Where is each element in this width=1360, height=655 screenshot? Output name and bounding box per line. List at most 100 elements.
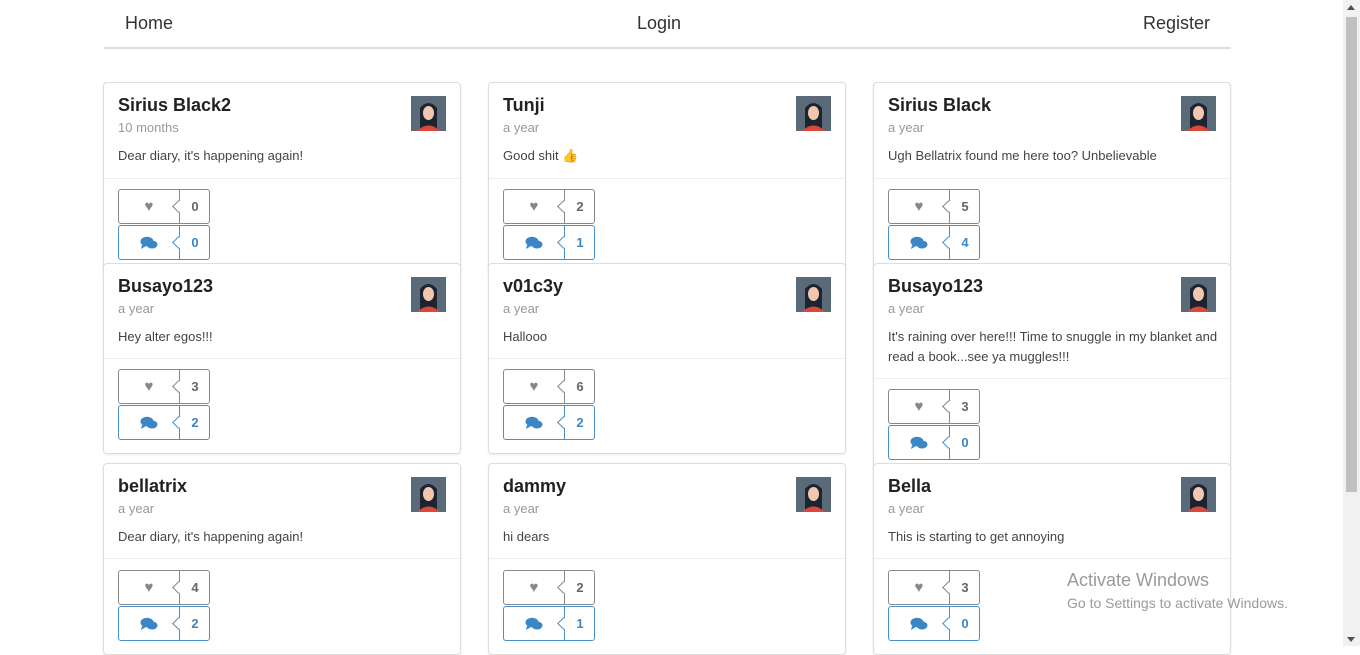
vertical-scrollbar[interactable] [1343, 0, 1360, 646]
like-count: 3 [961, 399, 969, 414]
avatar[interactable] [411, 477, 446, 512]
avatar[interactable] [796, 277, 831, 312]
like-count: 4 [191, 580, 199, 595]
post-card: Bella a year This is starting to get ann… [873, 463, 1231, 655]
like-button[interactable]: ♥ 3 [118, 369, 210, 404]
like-button[interactable]: ♥ 2 [503, 189, 595, 224]
comment-count: 1 [576, 235, 584, 250]
post-author[interactable]: Tunji [503, 95, 545, 116]
post-author[interactable]: Busayo123 [118, 276, 213, 297]
comment-count: 0 [191, 235, 199, 250]
card-divider [104, 358, 460, 359]
comment-button[interactable]: 0 [118, 225, 210, 260]
post-author[interactable]: Bella [888, 476, 931, 497]
post-text: Good shit 👍 [503, 148, 579, 163]
card-divider [489, 558, 845, 559]
avatar[interactable] [796, 477, 831, 512]
post-card: Sirius Black a year Ugh Bellatrix found … [873, 82, 1231, 274]
avatar[interactable] [1181, 477, 1216, 512]
comment-button[interactable]: 2 [503, 405, 595, 440]
like-button[interactable]: ♥ 5 [888, 189, 980, 224]
card-divider [874, 558, 1230, 559]
post-time: a year [503, 501, 540, 516]
post-time: a year [118, 301, 155, 316]
post-card: Busayo123 a year It's raining over here!… [873, 263, 1231, 475]
nav-register-link[interactable]: Register [1143, 13, 1210, 34]
card-divider [104, 558, 460, 559]
comment-count: 4 [961, 235, 969, 250]
post-card: v01c3y a year Hallooo ♥ 6 2 [488, 263, 846, 454]
post-time: a year [888, 120, 925, 135]
like-count: 0 [191, 199, 199, 214]
like-button[interactable]: ♥ 6 [503, 369, 595, 404]
comments-icon [119, 226, 179, 259]
comment-button[interactable]: 0 [888, 425, 980, 460]
heart-icon: ♥ [914, 198, 924, 215]
nav-login-link[interactable]: Login [637, 13, 681, 34]
post-author[interactable]: Sirius Black2 [118, 95, 231, 116]
post-author[interactable]: v01c3y [503, 276, 563, 297]
like-count: 3 [191, 379, 199, 394]
heart-icon: ♥ [914, 579, 924, 596]
comments-icon [889, 607, 949, 640]
scrollbar-thumb[interactable] [1346, 17, 1357, 492]
comment-count: 2 [191, 415, 199, 430]
heart-icon: ♥ [144, 378, 154, 395]
post-time: a year [503, 120, 540, 135]
post-text: Hey alter egos!!! [118, 329, 213, 344]
avatar[interactable] [1181, 277, 1216, 312]
windows-activation-watermark: Activate Windows Go to Settings to activ… [1067, 570, 1288, 611]
nav-home-link[interactable]: Home [125, 13, 173, 34]
post-card: Sirius Black2 10 months Dear diary, it's… [103, 82, 461, 274]
comment-button[interactable]: 4 [888, 225, 980, 260]
avatar[interactable] [411, 277, 446, 312]
scroll-up-arrow-icon[interactable] [1347, 5, 1355, 10]
avatar[interactable] [796, 96, 831, 131]
post-time: 10 months [118, 120, 179, 135]
heart-icon: ♥ [144, 198, 154, 215]
avatar[interactable] [411, 96, 446, 131]
post-author[interactable]: bellatrix [118, 476, 187, 497]
post-card: Busayo123 a year Hey alter egos!!! ♥ 3 2 [103, 263, 461, 454]
heart-icon: ♥ [144, 579, 154, 596]
heart-icon: ♥ [914, 398, 924, 415]
comments-icon [504, 406, 564, 439]
like-button[interactable]: ♥ 0 [118, 189, 210, 224]
comment-count: 0 [961, 616, 969, 631]
card-divider [874, 378, 1230, 379]
comments-icon [504, 226, 564, 259]
post-author[interactable]: Sirius Black [888, 95, 991, 116]
comment-button[interactable]: 1 [503, 606, 595, 641]
scroll-down-arrow-icon[interactable] [1347, 637, 1355, 642]
comments-icon [119, 406, 179, 439]
like-count: 2 [576, 580, 584, 595]
comment-button[interactable]: 1 [503, 225, 595, 260]
post-author[interactable]: Busayo123 [888, 276, 983, 297]
like-button[interactable]: ♥ 3 [888, 389, 980, 424]
like-button[interactable]: ♥ 2 [503, 570, 595, 605]
card-divider [489, 358, 845, 359]
post-text: Hallooo [503, 329, 548, 344]
post-time: a year [503, 301, 540, 316]
post-text: hi dears [503, 529, 550, 544]
post-time: a year [888, 301, 925, 316]
comment-count: 1 [576, 616, 584, 631]
comment-button[interactable]: 2 [118, 606, 210, 641]
comments-icon [504, 607, 564, 640]
card-divider [874, 178, 1230, 179]
comments-icon [889, 226, 949, 259]
comment-button[interactable]: 2 [118, 405, 210, 440]
like-button[interactable]: ♥ 4 [118, 570, 210, 605]
like-count: 3 [961, 580, 969, 595]
like-button[interactable]: ♥ 3 [888, 570, 980, 605]
comments-icon [119, 607, 179, 640]
comment-button[interactable]: 0 [888, 606, 980, 641]
like-count: 6 [576, 379, 584, 394]
post-card: dammy a year hi dears ♥ 2 1 [488, 463, 846, 655]
post-author[interactable]: dammy [503, 476, 566, 497]
post-text: It's raining over here!!! Time to snuggl… [888, 329, 1218, 364]
card-divider [104, 178, 460, 179]
comment-count: 2 [191, 616, 199, 631]
avatar[interactable] [1181, 96, 1216, 131]
post-time: a year [118, 501, 155, 516]
